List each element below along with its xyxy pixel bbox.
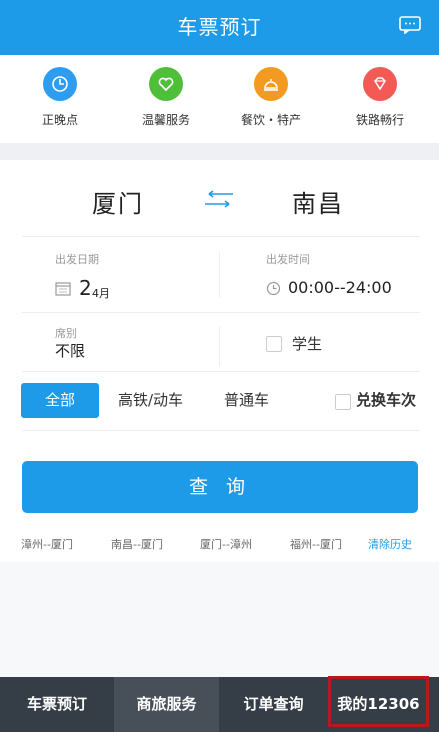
date-month: 4月 [92, 287, 110, 300]
quick-link-label: 温馨服务 [141, 113, 190, 127]
quick-link-label: 铁路畅行 [355, 113, 404, 127]
exchange-label: 兑换车次 [356, 391, 417, 409]
history-item[interactable]: 厦门--漳州 [200, 536, 252, 552]
date-field[interactable]: 2 4月 [55, 276, 205, 302]
empty-area [0, 562, 439, 677]
quick-link-service[interactable]: 温馨服务 [116, 67, 216, 128]
time-label: 出发时间 [266, 253, 310, 266]
student-checkbox[interactable] [266, 336, 282, 352]
divider [22, 371, 420, 372]
date-label: 出发日期 [55, 253, 99, 266]
nav-order-query[interactable]: 订单查询 [219, 677, 328, 732]
date-day: 2 [79, 276, 92, 300]
student-label: 学生 [292, 335, 323, 353]
quick-links: 正晚点 温馨服务 餐饮・特产 铁路畅行 [0, 55, 439, 143]
history-item[interactable]: 漳州--厦门 [21, 536, 73, 552]
exchange-checkbox[interactable] [335, 394, 351, 410]
history-item[interactable]: 南昌--厦门 [111, 536, 163, 552]
from-city[interactable]: 厦门 [92, 184, 144, 219]
seat-value[interactable]: 不限 [55, 340, 85, 361]
time-value: 00:00--24:00 [288, 278, 392, 297]
divider [219, 326, 220, 366]
quick-link-railway[interactable]: 铁路畅行 [330, 67, 430, 128]
seat-label: 席别 [55, 327, 77, 340]
query-button[interactable]: 查 询 [22, 461, 418, 513]
calendar-icon [55, 282, 71, 296]
app-header: 车票预订 [0, 0, 439, 55]
highlight-box [328, 676, 429, 727]
heart-icon [149, 67, 183, 101]
clock-icon [43, 67, 77, 101]
clear-history-link[interactable]: 清除历史 [368, 536, 412, 552]
food-icon [254, 67, 288, 101]
quick-link-label: 正晚点 [41, 113, 78, 127]
time-field[interactable]: 00:00--24:00 [266, 277, 416, 303]
divider [219, 252, 220, 298]
diamond-icon [363, 67, 397, 101]
quick-link-label: 餐饮・特产 [240, 113, 301, 127]
tab-normal-train[interactable]: 普通车 [224, 383, 269, 418]
clock-icon [266, 281, 281, 296]
message-icon[interactable] [399, 16, 421, 34]
page-title: 车票预订 [177, 15, 262, 39]
quick-link-food[interactable]: 餐饮・特产 [221, 67, 321, 128]
section-divider [0, 143, 439, 160]
city-selector: 厦门 南昌 [0, 160, 439, 236]
divider [22, 236, 420, 237]
nav-ticket-booking[interactable]: 车票预订 [0, 677, 114, 732]
quick-link-delay[interactable]: 正晚点 [10, 67, 110, 128]
tab-high-speed[interactable]: 高铁/动车 [118, 383, 183, 418]
divider [22, 430, 420, 431]
swap-icon[interactable] [201, 190, 237, 210]
to-city[interactable]: 南昌 [292, 184, 344, 219]
nav-business-service[interactable]: 商旅服务 [114, 677, 219, 732]
tab-all[interactable]: 全部 [21, 383, 99, 418]
history-item[interactable]: 福州--厦门 [290, 536, 342, 552]
divider [22, 312, 420, 313]
